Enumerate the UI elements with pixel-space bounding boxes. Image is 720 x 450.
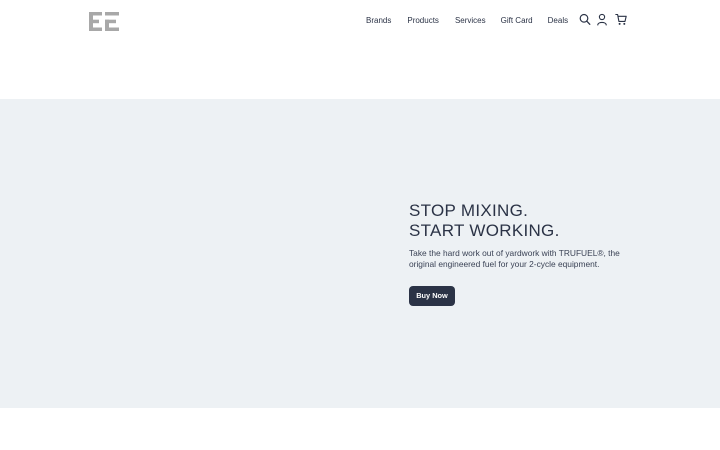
nav-gift-card[interactable]: Gift Card	[501, 15, 533, 27]
nav-deals[interactable]: Deals	[548, 15, 568, 27]
header-actions	[579, 13, 627, 26]
main-nav: Brands Products Services Gift Card Deals	[366, 15, 568, 27]
nav-brands[interactable]: Brands	[366, 15, 391, 27]
nav-products[interactable]: Products	[407, 15, 439, 27]
hero-description: Take the hard work out of yardwork with …	[409, 248, 620, 269]
search-icon[interactable]	[579, 13, 591, 26]
cart-icon[interactable]	[615, 13, 627, 26]
user-icon[interactable]	[596, 13, 608, 26]
hero-banner: STOP MIXING. START WORKING. Take the har…	[0, 99, 720, 408]
nav-services[interactable]: Services	[455, 15, 486, 27]
hero-title: STOP MIXING. START WORKING.	[409, 201, 560, 241]
hero-title-line-1: STOP MIXING.	[409, 201, 529, 220]
hero-title-line-2: START WORKING.	[409, 221, 560, 240]
brand-logo[interactable]	[89, 12, 119, 31]
site-header: Brands Products Services Gift Card Deals	[0, 0, 720, 99]
below-hero-area	[0, 408, 720, 450]
buy-now-button[interactable]: Buy Now	[409, 286, 455, 306]
logo-mark-icon	[89, 12, 119, 31]
